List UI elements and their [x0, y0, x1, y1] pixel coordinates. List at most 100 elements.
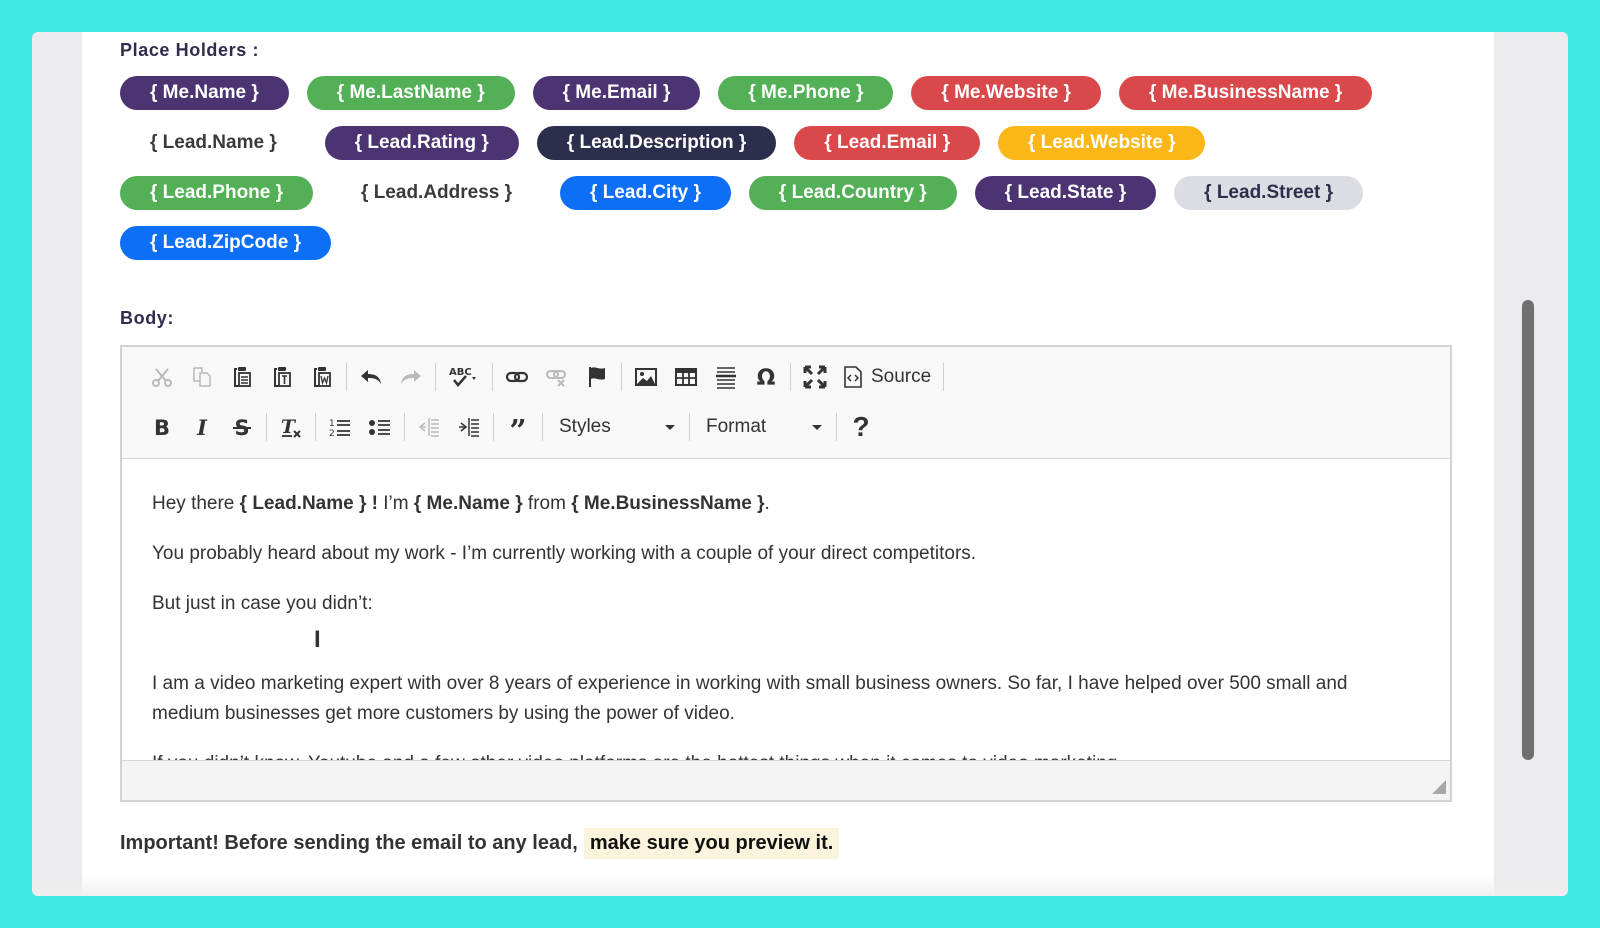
placeholder-chip[interactable]: { Me.BusinessName }: [1118, 76, 1373, 110]
placeholder-chip[interactable]: { Lead.Address }: [331, 176, 542, 210]
toolbar-separator: [404, 413, 405, 441]
placeholder-row: { Lead.Name } { Lead.Rating } { Lead.Descr…: [120, 126, 1460, 160]
anchor-flag-icon: [585, 365, 609, 389]
outdent-button[interactable]: [409, 409, 449, 445]
rich-text-editor: ABC Ω Source B I S T 1 2 ” Styles Format? Hey ther…: [120, 345, 1452, 802]
redo-icon: [399, 365, 423, 389]
text-run: I’m: [377, 493, 414, 514]
placeholder-chip[interactable]: { Me.LastName }: [306, 76, 515, 110]
remove-format-button[interactable]: T: [271, 409, 311, 445]
placeholder-chip[interactable]: { Lead.Country }: [748, 176, 957, 210]
blockquote-button[interactable]: ”: [498, 409, 538, 445]
toolbar-row-1: ABC Ω Source: [142, 357, 948, 397]
bold-button[interactable]: B: [142, 409, 182, 445]
anchor-flag-button[interactable]: [577, 359, 617, 395]
text-run: from: [522, 493, 572, 514]
placeholder-chip[interactable]: { Lead.Description }: [536, 126, 777, 160]
paste-text-button[interactable]: [262, 359, 302, 395]
editor-paragraph: Hey there { Lead.Name } ! I’m { Me.Name …: [152, 489, 1420, 519]
editor-paragraph: But just in case you didn’t:: [152, 593, 373, 614]
table-icon: [674, 365, 698, 389]
remove-format-icon: T: [279, 415, 303, 439]
paste-button[interactable]: [222, 359, 262, 395]
link-icon: [505, 365, 529, 389]
paste-word-icon: [310, 365, 334, 389]
maximize-button[interactable]: [795, 359, 835, 395]
placeholder-chip[interactable]: { Me.Website }: [911, 76, 1101, 110]
placeholder-row: { Lead.Phone } { Lead.Address } { Lead.Cit…: [120, 176, 1460, 210]
placeholder-chip[interactable]: { Lead.Website }: [997, 126, 1206, 160]
styles-dropdown[interactable]: Styles: [547, 409, 685, 445]
placeholder-chips: { Me.Name } { Me.LastName } { Me.Email } { …: [120, 76, 1460, 276]
placeholder-chip[interactable]: { Me.Email }: [532, 76, 701, 110]
undo-button[interactable]: [351, 359, 391, 395]
placeholder-chip[interactable]: { Me.Phone }: [718, 76, 894, 110]
strikethrough-button[interactable]: S: [222, 409, 262, 445]
bold-icon: B: [150, 415, 174, 439]
toolbar-separator: [435, 363, 436, 391]
format-dropdown-label: Format: [706, 416, 767, 437]
image-icon: [634, 365, 658, 389]
resize-handle[interactable]: [1432, 780, 1446, 794]
spellcheck-button[interactable]: ABC: [440, 359, 488, 395]
image-button[interactable]: [626, 359, 666, 395]
redo-button[interactable]: [391, 359, 431, 395]
toolbar-row-2: B I S T 1 2 ” Styles Format?: [142, 407, 881, 447]
special-char-omega-button[interactable]: Ω: [746, 359, 786, 395]
placeholder-chip[interactable]: { Lead.State }: [974, 176, 1157, 210]
placeholder-chip[interactable]: { Lead.Rating }: [324, 126, 519, 160]
bulleted-list-button[interactable]: [360, 409, 400, 445]
text-run: .: [764, 493, 770, 514]
italic-button[interactable]: I: [182, 409, 222, 445]
svg-text:1: 1: [329, 419, 335, 429]
spellcheck-icon: ABC: [448, 365, 480, 389]
scrollbar-thumb[interactable]: [1522, 300, 1534, 760]
source-button[interactable]: Source: [835, 359, 939, 395]
placeholder-me-name: { Me.Name }: [413, 493, 523, 514]
svg-text:I: I: [196, 415, 208, 439]
placeholder-chip[interactable]: { Lead.City }: [560, 176, 731, 210]
special-char-omega-icon: Ω: [754, 365, 778, 389]
link-button[interactable]: [497, 359, 537, 395]
help-button[interactable]: ?: [841, 411, 881, 443]
horizontal-line-icon: [714, 365, 738, 389]
indent-button[interactable]: [449, 409, 489, 445]
toolbar-separator: [493, 413, 494, 441]
numbered-list-button[interactable]: 12: [320, 409, 360, 445]
placeholder-lead-name: { Lead.Name } !: [239, 493, 378, 514]
styles-dropdown-label: Styles: [559, 416, 611, 437]
toolbar-separator: [266, 413, 267, 441]
undo-icon: [359, 365, 383, 389]
placeholder-chip[interactable]: { Lead.Street }: [1174, 176, 1363, 210]
toolbar-separator: [790, 363, 791, 391]
placeholder-chip[interactable]: { Me.Name }: [120, 76, 289, 110]
copy-button[interactable]: [182, 359, 222, 395]
placeholder-me-businessname: { Me.BusinessName }: [571, 493, 765, 514]
placeholder-chip[interactable]: { Lead.ZipCode }: [120, 226, 331, 260]
chevron-down-icon: [812, 424, 822, 430]
placeholder-row: { Me.Name } { Me.LastName } { Me.Email } { …: [120, 76, 1460, 110]
horizontal-line-button[interactable]: [706, 359, 746, 395]
unlink-icon: [545, 365, 569, 389]
cut-button[interactable]: [142, 359, 182, 395]
numbered-list-icon: 12: [328, 415, 352, 439]
toolbar-separator: [689, 413, 690, 441]
maximize-icon: [803, 365, 827, 389]
format-dropdown[interactable]: Format: [694, 409, 832, 445]
placeholder-chip[interactable]: { Lead.Email }: [794, 126, 980, 160]
notice-highlight: make sure you preview it.: [583, 828, 840, 859]
svg-text:B: B: [154, 416, 170, 439]
editor-content[interactable]: Hey there { Lead.Name } ! I’m { Me.Name …: [122, 459, 1450, 762]
paste-word-button[interactable]: [302, 359, 342, 395]
strikethrough-icon: S: [230, 415, 254, 439]
placeholder-chip[interactable]: { Lead.Name }: [120, 126, 307, 160]
source-document-icon: [843, 366, 863, 388]
table-button[interactable]: [666, 359, 706, 395]
unlink-button[interactable]: [537, 359, 577, 395]
editor-paragraph: You probably heard about my work - I’m c…: [152, 543, 977, 564]
chevron-down-icon: [665, 424, 675, 430]
placeholder-row: { Lead.ZipCode }: [120, 226, 1460, 260]
placeholder-chip[interactable]: { Lead.Phone }: [120, 176, 314, 210]
indent-icon: [457, 415, 481, 439]
cut-icon: [150, 365, 174, 389]
